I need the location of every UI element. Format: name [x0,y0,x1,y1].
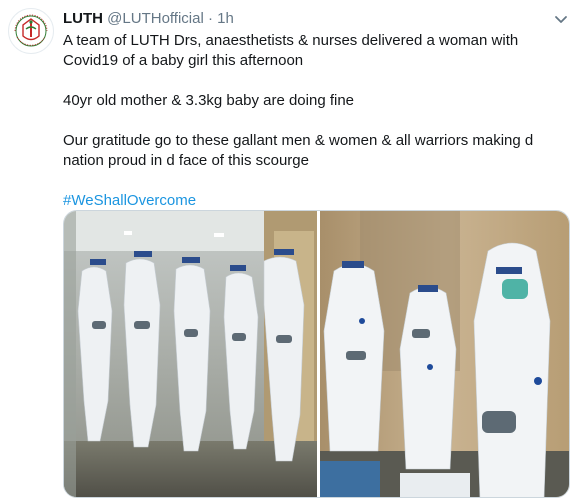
hashtag-link[interactable]: #WeShallOvercome [63,192,196,209]
separator-dot: · [208,10,213,27]
tweet-paragraph-1: A team of LUTH Drs, anaesthetists & nurs… [63,32,519,69]
tweet-header: LUTH @LUTHofficial · 1h [63,9,234,29]
avatar[interactable] [8,8,54,54]
photo-medical-team-in-ppe-hallway [64,211,317,497]
luth-logo-icon [10,10,52,52]
tweet[interactable]: LUTH @LUTHofficial · 1h A team of LUTH D… [0,0,583,500]
photo-medical-team-in-ppe-ward [320,211,569,497]
more-options-button[interactable] [551,9,571,29]
timestamp[interactable]: 1h [217,10,234,27]
tweet-text: A team of LUTH Drs, anaesthetists & nurs… [63,31,568,211]
photo-right[interactable] [320,211,569,497]
tweet-paragraph-2: 40yr old mother & 3.3kg baby are doing f… [63,92,355,109]
user-handle[interactable]: @LUTHofficial [107,10,204,27]
chevron-down-icon [555,16,567,23]
tweet-media[interactable] [63,210,570,498]
tweet-paragraph-3: Our gratitude go to these gallant men & … [63,132,534,169]
photo-left[interactable] [64,211,317,497]
display-name[interactable]: LUTH [63,10,103,27]
